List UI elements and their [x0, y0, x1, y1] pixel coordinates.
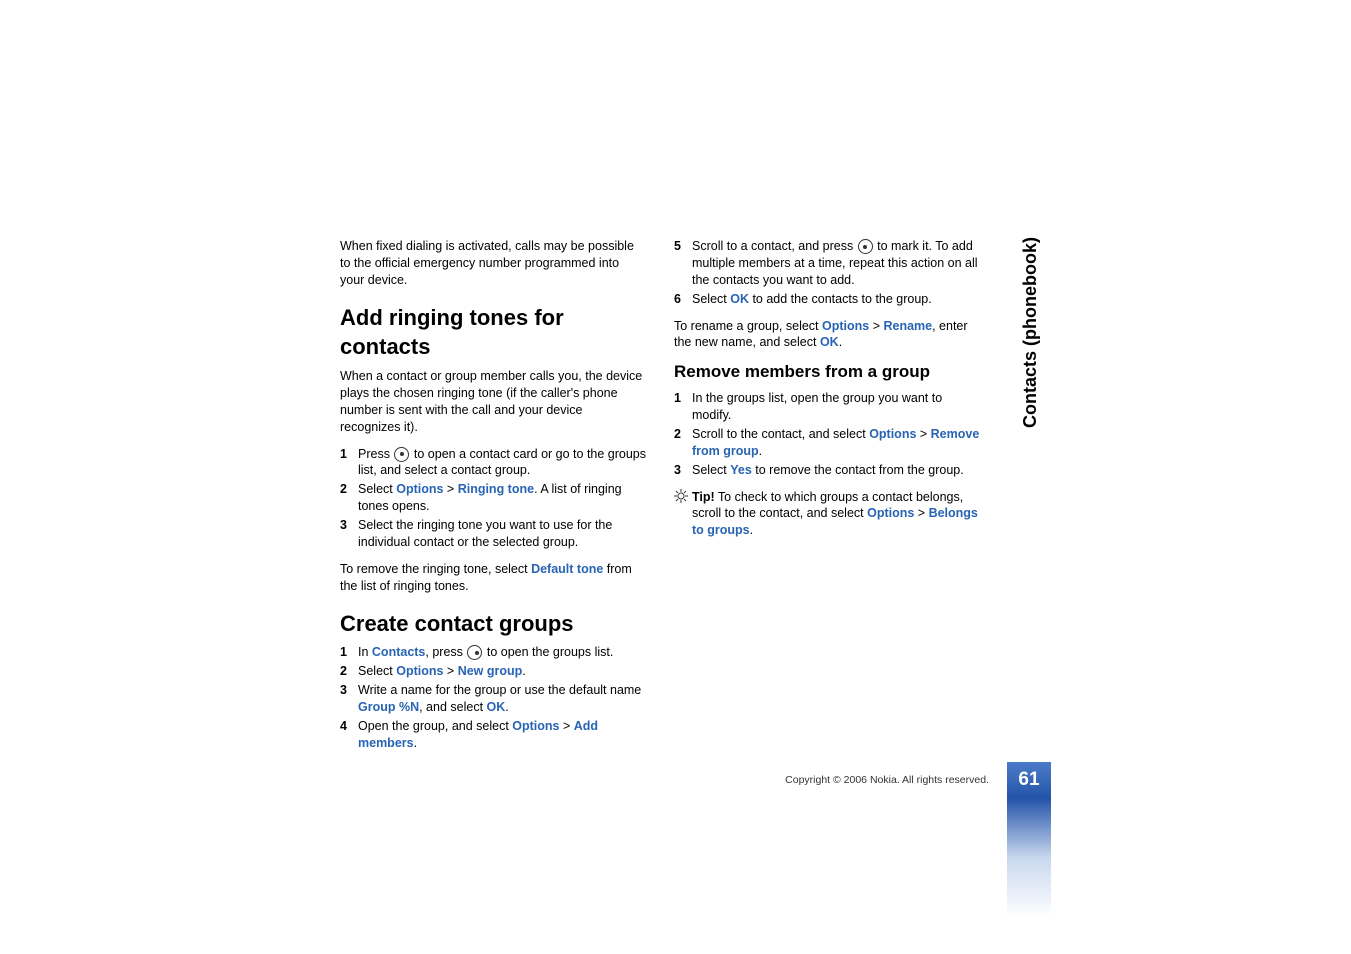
copyright-text: Copyright © 2006 Nokia. All rights reser… [785, 774, 989, 786]
options-link: Options [867, 506, 914, 520]
step-number: 6 [674, 291, 692, 308]
step-6: 6 Select OK to add the contacts to the g… [674, 291, 980, 308]
section-side-label: Contacts (phonebook) [1020, 237, 1041, 428]
yes-link: Yes [730, 463, 752, 477]
group-n-link: Group %N [358, 700, 419, 714]
step-1: 1 In Contacts, press to open the groups … [340, 644, 646, 661]
step-3: 3 Select Yes to remove the contact from … [674, 462, 980, 479]
step-number: 1 [340, 644, 358, 661]
rename-group-note: To rename a group, select Options > Rena… [674, 318, 980, 352]
step-text: Select OK to add the contacts to the gro… [692, 291, 980, 308]
heading-add-ringing-tones: Add ringing tones for contacts [340, 303, 646, 362]
step-3: 3 Write a name for the group or use the … [340, 682, 646, 716]
options-link: Options [396, 482, 443, 496]
step-text: Scroll to the contact, and select Option… [692, 426, 980, 460]
page-footer: Copyright © 2006 Nokia. All rights reser… [785, 762, 1051, 798]
options-link: Options [396, 664, 443, 678]
options-link: Options [822, 319, 869, 333]
fixed-dialing-note: When fixed dialing is activated, calls m… [340, 238, 646, 289]
step-text: Scroll to a contact, and press to mark i… [692, 238, 980, 289]
step-number: 3 [674, 462, 692, 479]
step-number: 3 [340, 682, 358, 716]
step-number: 2 [340, 663, 358, 680]
center-key-icon [394, 447, 409, 462]
step-text: Select the ringing tone you want to use … [358, 517, 646, 551]
page-edge-gradient [1007, 798, 1051, 918]
ringing-tone-steps: 1 Press to open a contact card or go to … [340, 446, 646, 551]
step-4: 4 Open the group, and select Options > A… [340, 718, 646, 752]
content-columns: When fixed dialing is activated, calls m… [340, 238, 980, 761]
tip-text: Tip! To check to which groups a contact … [692, 489, 980, 540]
step-number: 2 [340, 481, 358, 515]
step-text: Select Options > New group. [358, 663, 646, 680]
ok-link: OK [820, 335, 839, 349]
step-number: 2 [674, 426, 692, 460]
right-column: 5 Scroll to a contact, and press to mark… [674, 238, 980, 761]
step-text: Select Options > Ringing tone. A list of… [358, 481, 646, 515]
create-group-steps-cont: 5 Scroll to a contact, and press to mark… [674, 238, 980, 308]
step-3: 3 Select the ringing tone you want to us… [340, 517, 646, 551]
ringing-tone-desc: When a contact or group member calls you… [340, 368, 646, 436]
tip-label: Tip! [692, 490, 715, 504]
step-number: 1 [340, 446, 358, 480]
step-text: Write a name for the group or use the de… [358, 682, 646, 716]
remove-members-steps: 1 In the groups list, open the group you… [674, 390, 980, 478]
page: When fixed dialing is activated, calls m… [0, 0, 1351, 954]
step-number: 1 [674, 390, 692, 424]
step-2: 2 Scroll to the contact, and select Opti… [674, 426, 980, 460]
contacts-link: Contacts [372, 645, 425, 659]
rename-link: Rename [883, 319, 932, 333]
heading-create-contact-groups: Create contact groups [340, 609, 646, 639]
step-text: In Contacts, press to open the groups li… [358, 644, 646, 661]
left-column: When fixed dialing is activated, calls m… [340, 238, 646, 761]
remove-ringing-tone: To remove the ringing tone, select Defau… [340, 561, 646, 595]
new-group-link: New group [458, 664, 523, 678]
right-key-icon [467, 645, 482, 660]
options-link: Options [869, 427, 916, 441]
step-1: 1 In the groups list, open the group you… [674, 390, 980, 424]
step-2: 2 Select Options > Ringing tone. A list … [340, 481, 646, 515]
tip-row: Tip! To check to which groups a contact … [674, 489, 980, 540]
create-group-steps: 1 In Contacts, press to open the groups … [340, 644, 646, 751]
step-text: In the groups list, open the group you w… [692, 390, 980, 424]
ok-link: OK [730, 292, 749, 306]
default-tone-link: Default tone [531, 562, 603, 576]
options-link: Options [512, 719, 559, 733]
ringing-tone-link: Ringing tone [458, 482, 534, 496]
step-text: Press to open a contact card or go to th… [358, 446, 646, 480]
step-1: 1 Press to open a contact card or go to … [340, 446, 646, 480]
step-text: Open the group, and select Options > Add… [358, 718, 646, 752]
heading-remove-members: Remove members from a group [674, 361, 980, 384]
step-number: 4 [340, 718, 358, 752]
step-text: Select Yes to remove the contact from th… [692, 462, 980, 479]
ok-link: OK [487, 700, 506, 714]
page-number: 61 [1007, 762, 1051, 798]
tip-icon [674, 489, 692, 540]
step-2: 2 Select Options > New group. [340, 663, 646, 680]
step-number: 3 [340, 517, 358, 551]
center-key-icon [858, 239, 873, 254]
step-number: 5 [674, 238, 692, 289]
step-5: 5 Scroll to a contact, and press to mark… [674, 238, 980, 289]
